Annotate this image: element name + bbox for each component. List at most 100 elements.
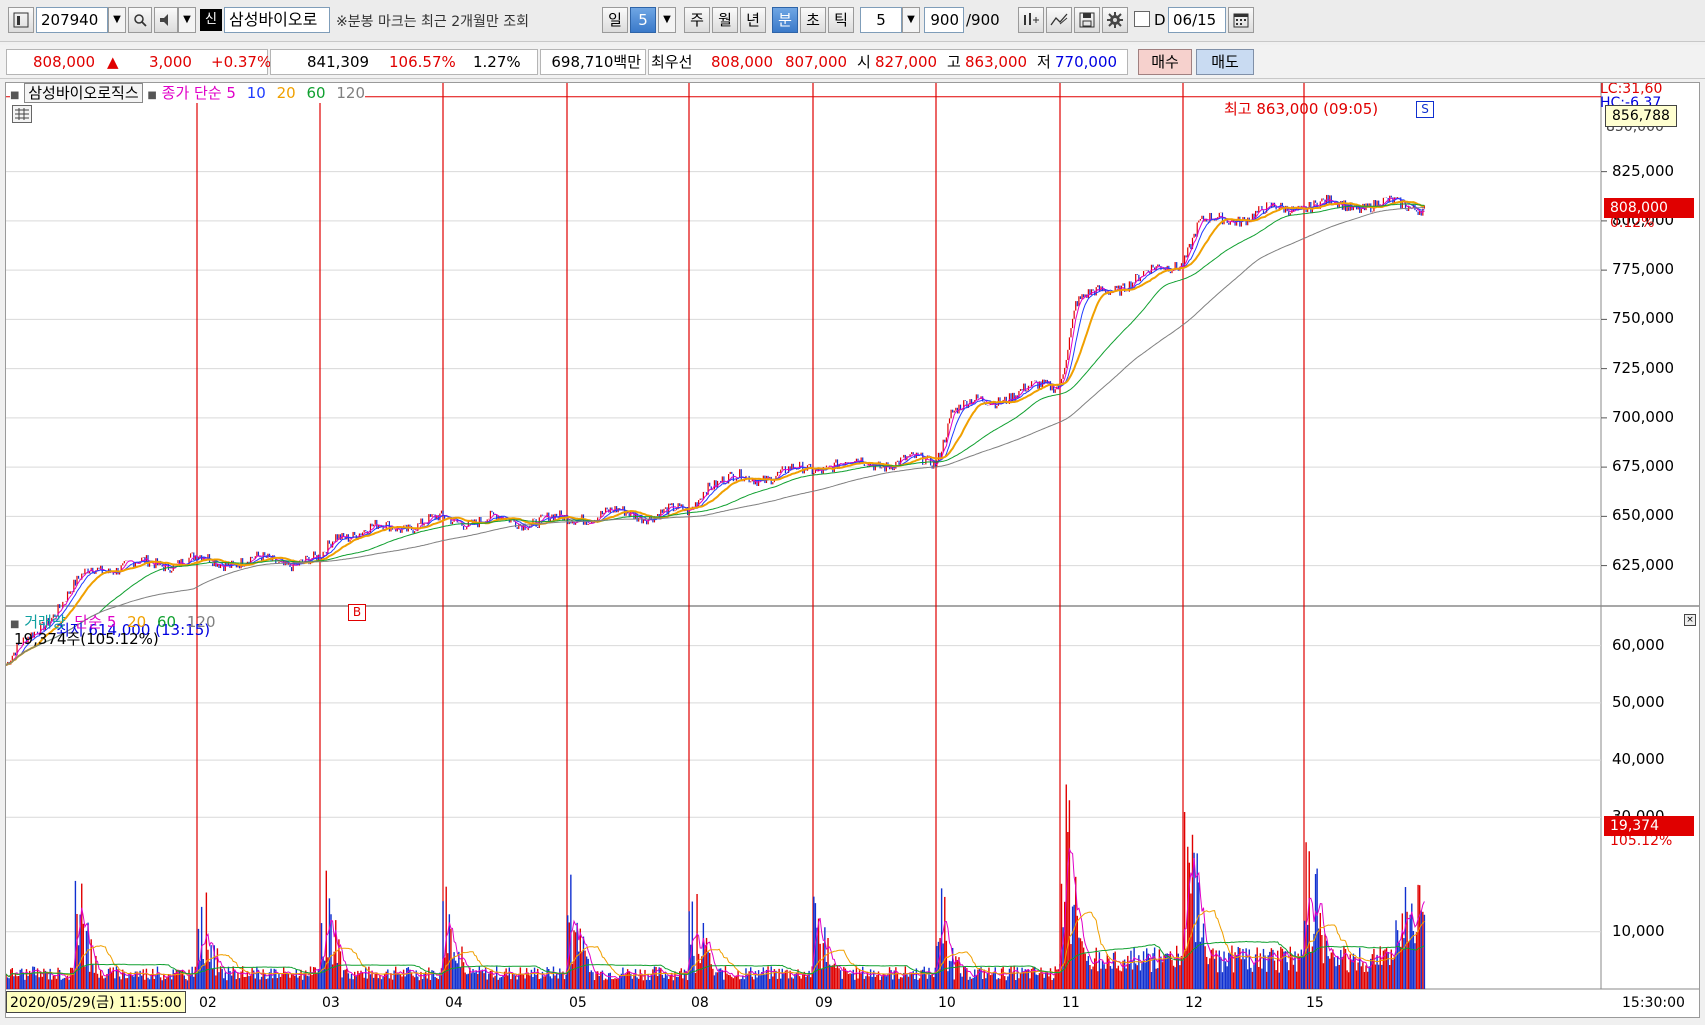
x-axis-start-label: 2020/05/29(금) 11:55:00 [6, 991, 186, 1013]
price-tick-label: 700,000 [1612, 407, 1675, 426]
calendar-icon[interactable] [1228, 7, 1254, 33]
high-label: 고 [947, 53, 961, 71]
grid-table-icon[interactable] [12, 105, 32, 123]
open-label: 시 [857, 53, 871, 71]
sell-signal-marker[interactable]: S [1416, 101, 1434, 118]
legend-bullet-icon: ■ [147, 90, 157, 101]
price-change: 3,000 [149, 53, 192, 71]
legend-ma60: 60 [306, 84, 326, 102]
low-label: 저 [1037, 53, 1051, 71]
toolbar: 207940 ▼ ▼ 신 삼성바이오로 ※분봉 마크는 최근 2개월만 조회 일… [0, 0, 1705, 42]
trendline-icon[interactable] [1046, 7, 1072, 33]
chart-area[interactable]: ■ 삼성바이오로직스 ■ 종가 단순 5 10 20 60 120 최고 863… [5, 82, 1700, 1018]
date-prefix: D [1154, 11, 1166, 29]
low-price: 770,000 [1055, 53, 1118, 71]
search-icon[interactable] [128, 7, 152, 33]
legend-ma10: 10 [246, 84, 266, 102]
panel-toggle-icon[interactable]: ■ [10, 90, 19, 101]
total-volume: 841,309 [307, 53, 370, 71]
current-volume-pct: 105.12% [1610, 833, 1673, 849]
volume-legend-ma60: 60 [157, 613, 177, 631]
price-tick-label: 625,000 [1612, 555, 1675, 574]
period-day-count[interactable]: 5 [630, 7, 656, 33]
x-axis-label: 12 [1185, 995, 1203, 1011]
best-quote-summary: 최우선 808,000 807,000 시 827,000 고 863,000 … [648, 49, 1128, 75]
high-marker: 최고 863,000 (09:05) [1224, 100, 1379, 118]
x-axis-label: 15 [1306, 995, 1324, 1011]
x-axis-label: 04 [445, 995, 463, 1011]
sell-button[interactable]: 매도 [1196, 49, 1254, 75]
x-axis-label: 11 [1062, 995, 1080, 1011]
price-tick-label: 750,000 [1612, 309, 1675, 328]
best-label: 최우선 [651, 53, 693, 71]
high-price: 863,000 [965, 53, 1028, 71]
up-arrow-icon: ▲ [107, 53, 119, 71]
legend-ma120: 120 [336, 84, 365, 102]
period-second-button[interactable]: 초 [800, 7, 826, 33]
buy-button[interactable]: 매수 [1138, 49, 1192, 75]
period-day-button[interactable]: 일 [602, 7, 628, 33]
save-icon[interactable] [1074, 7, 1100, 33]
close-icon[interactable]: × [1684, 614, 1696, 626]
gear-icon[interactable] [1102, 7, 1128, 33]
x-axis-end-label: 15:30:00 [1622, 995, 1685, 1011]
buy-signal-marker[interactable]: B [348, 604, 366, 621]
volume-tick-label: 40,000 [1612, 750, 1665, 769]
period-week-button[interactable]: 주 [684, 7, 710, 33]
interval-dropdown-button[interactable]: ▼ [902, 7, 920, 33]
period-note: ※분봉 마크는 최근 2개월만 조회 [336, 14, 529, 30]
price-panel [6, 83, 1601, 605]
speaker-icon[interactable] [154, 7, 178, 33]
code-dropdown-button[interactable]: ▼ [108, 7, 126, 33]
volume-tick-label: 60,000 [1612, 635, 1665, 654]
price-summary: 808,000 ▲ 3,000 +0.37% [6, 49, 272, 75]
count-input[interactable]: 900 [924, 7, 964, 33]
volume-legend-ma120: 120 [186, 613, 216, 631]
date-checkbox[interactable] [1134, 11, 1150, 27]
bid-price: 807,000 [785, 53, 848, 71]
x-axis-label: 08 [691, 995, 709, 1011]
trade-amount: 698,710백만 [540, 49, 646, 75]
current-price: 808,000 [33, 53, 96, 71]
price-panel-title[interactable]: 삼성바이오로직스 [24, 83, 143, 103]
volume-ratio: 106.57% [389, 53, 456, 71]
volume-tick-label: 50,000 [1612, 692, 1665, 711]
legend-type: 종가 단순 [161, 84, 222, 102]
x-axis-label: 10 [938, 995, 956, 1011]
market-badge: 신 [200, 9, 222, 31]
price-change-pct: +0.37% [211, 53, 272, 71]
chart-tool-icon[interactable] [1018, 7, 1044, 33]
price-tick-label: 825,000 [1612, 161, 1675, 180]
price-volume-chart[interactable] [6, 83, 1700, 1018]
menu-icon[interactable] [8, 7, 34, 33]
price-tick-label: 650,000 [1612, 506, 1675, 525]
quote-bar: 808,000 ▲ 3,000 +0.37% 841,309 106.57% 1… [0, 45, 1705, 79]
period-minute-button[interactable]: 분 [772, 7, 798, 33]
x-axis-label: 09 [815, 995, 833, 1011]
current-price-pct: 0.12% [1610, 215, 1655, 231]
volume-last-value: 19,374주(105.12%) [14, 630, 159, 648]
price-panel-legend: ■ 삼성바이오로직스 ■ 종가 단순 5 10 20 60 120 [10, 83, 365, 103]
cursor-price-tag: 856,788 [1605, 105, 1677, 127]
stock-code-input[interactable]: 207940 [36, 7, 108, 33]
period-tick-button[interactable]: 틱 [828, 7, 854, 33]
legend-ma20: 20 [276, 84, 296, 102]
x-axis-label: 02 [199, 995, 217, 1011]
x-axis-label: 05 [569, 995, 587, 1011]
stock-name-field[interactable]: 삼성바이오로 [224, 7, 330, 33]
price-tick-label: 725,000 [1612, 358, 1675, 377]
count-total: /900 [966, 11, 1000, 29]
turnover-pct: 1.27% [473, 53, 521, 71]
period-dropdown-button[interactable]: ▼ [658, 7, 676, 33]
volume-summary: 841,309 106.57% 1.27% [270, 49, 538, 75]
period-month-button[interactable]: 월 [712, 7, 738, 33]
x-axis-label: 03 [322, 995, 340, 1011]
legend-ma5: 5 [226, 84, 236, 102]
open-price: 827,000 [875, 53, 938, 71]
price-tick-label: 775,000 [1612, 260, 1675, 279]
date-input[interactable]: 06/15 [1168, 7, 1226, 33]
speaker-dropdown-button[interactable]: ▼ [178, 7, 196, 33]
period-year-button[interactable]: 년 [740, 7, 766, 33]
interval-input[interactable]: 5 [860, 7, 902, 33]
ask-price: 808,000 [711, 53, 774, 71]
